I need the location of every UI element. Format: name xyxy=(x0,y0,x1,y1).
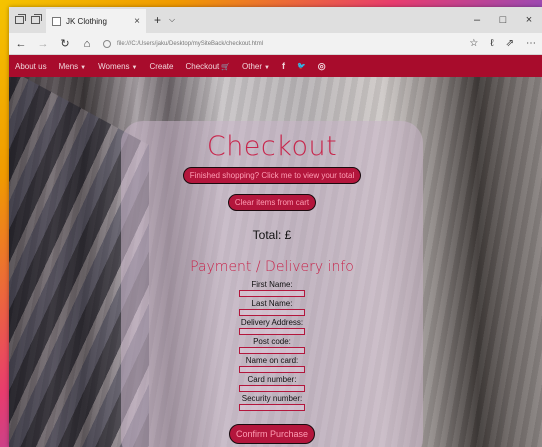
tab-controls: + ⌵ xyxy=(146,7,183,33)
first-name-field[interactable] xyxy=(239,290,305,297)
security-number-label: Security number: xyxy=(241,394,303,403)
nav-other[interactable]: Other ▼ xyxy=(242,62,270,71)
share-icon[interactable]: ⇗ xyxy=(506,38,514,49)
first-name-label: First Name: xyxy=(251,280,293,289)
back-arrow-icon[interactable]: ← xyxy=(15,38,27,50)
card-number-label: Card number: xyxy=(247,375,297,384)
payment-form: First Name: Last Name: Delivery Address:… xyxy=(239,280,305,413)
more-menu-icon[interactable]: ⋯ xyxy=(526,38,536,49)
checkout-panel: Checkout Finished shopping? Click me to … xyxy=(121,121,423,447)
page-viewport: About us Mens ▼ Womens ▼ Create Checkout 🛒 … xyxy=(9,55,542,447)
payment-section-title: Payment / Delivery info xyxy=(190,259,354,275)
tab-list-chevron-icon[interactable]: ⌵ xyxy=(169,15,175,25)
site-info-icon[interactable] xyxy=(103,39,111,48)
refresh-icon[interactable]: ↻ xyxy=(59,37,71,50)
address-bar: ← → ↻ ⌂ file:///C:/Users/jaku/Desktop/my… xyxy=(9,33,542,55)
nav-checkout[interactable]: Checkout 🛒 xyxy=(185,62,230,71)
tab-actions-icon[interactable] xyxy=(15,14,26,24)
tab-back-icon[interactable] xyxy=(31,14,42,24)
window-controls: – □ × xyxy=(464,7,542,33)
close-window-icon[interactable]: × xyxy=(516,14,542,26)
favorite-star-icon[interactable]: ☆ xyxy=(469,38,478,49)
security-number-field[interactable] xyxy=(239,404,305,411)
delivery-address-field[interactable] xyxy=(239,328,305,335)
facebook-icon[interactable]: f xyxy=(282,61,285,71)
reading-list-icon[interactable]: ℓ xyxy=(490,38,493,49)
forward-arrow-icon[interactable]: → xyxy=(37,38,49,50)
browser-titlebar: JK Clothing × + ⌵ – □ × xyxy=(9,7,542,33)
card-number-field[interactable] xyxy=(239,385,305,392)
nav-womens[interactable]: Womens ▼ xyxy=(98,62,137,71)
tab-title: JK Clothing xyxy=(66,16,107,26)
nav-mens[interactable]: Mens ▼ xyxy=(59,62,87,71)
new-tab-icon[interactable]: + xyxy=(154,13,161,27)
browser-window: JK Clothing × + ⌵ – □ × ← → ↻ ⌂ file:///… xyxy=(9,7,542,447)
nav-about-us[interactable]: About us xyxy=(15,62,47,71)
caret-down-icon: ▼ xyxy=(131,64,138,71)
url-field[interactable]: file:///C:/Users/jaku/Desktop/mySiteBack… xyxy=(103,39,459,48)
view-total-button[interactable]: Finished shopping? Click me to view your… xyxy=(182,167,362,184)
twitter-icon[interactable]: 🐦 xyxy=(297,62,306,70)
delivery-address-label: Delivery Address: xyxy=(240,318,304,327)
tab-close-icon[interactable]: × xyxy=(134,16,140,27)
name-on-card-field[interactable] xyxy=(239,366,305,373)
last-name-field[interactable] xyxy=(239,309,305,316)
maximize-icon[interactable]: □ xyxy=(490,14,516,26)
titlebar-icons xyxy=(9,7,46,33)
caret-down-icon: ▼ xyxy=(80,64,87,71)
post-code-label: Post code: xyxy=(253,337,291,346)
cart-icon: 🛒 xyxy=(221,63,230,71)
caret-down-icon: ▼ xyxy=(264,64,270,71)
name-on-card-label: Name on card: xyxy=(245,356,299,365)
home-icon[interactable]: ⌂ xyxy=(81,38,93,50)
last-name-label: Last Name: xyxy=(251,299,293,308)
url-text: file:///C:/Users/jaku/Desktop/mySiteBack… xyxy=(117,40,264,47)
total-label: Total: £ xyxy=(252,228,292,242)
page-title: Checkout xyxy=(206,131,338,162)
confirm-purchase-button[interactable]: Confirm Purchase xyxy=(228,424,316,444)
address-bar-actions: ☆ ℓ ⇗ ⋯ xyxy=(469,38,536,49)
instagram-icon[interactable]: ◎ xyxy=(318,61,326,72)
minimize-icon[interactable]: – xyxy=(464,14,490,26)
clear-cart-button[interactable]: Clear items from cart xyxy=(227,194,317,211)
site-navbar: About us Mens ▼ Womens ▼ Create Checkout 🛒 … xyxy=(9,55,542,77)
nav-create[interactable]: Create xyxy=(149,62,173,71)
browser-tab[interactable]: JK Clothing × xyxy=(46,7,146,33)
page-favicon-icon xyxy=(52,16,61,26)
post-code-field[interactable] xyxy=(239,347,305,354)
